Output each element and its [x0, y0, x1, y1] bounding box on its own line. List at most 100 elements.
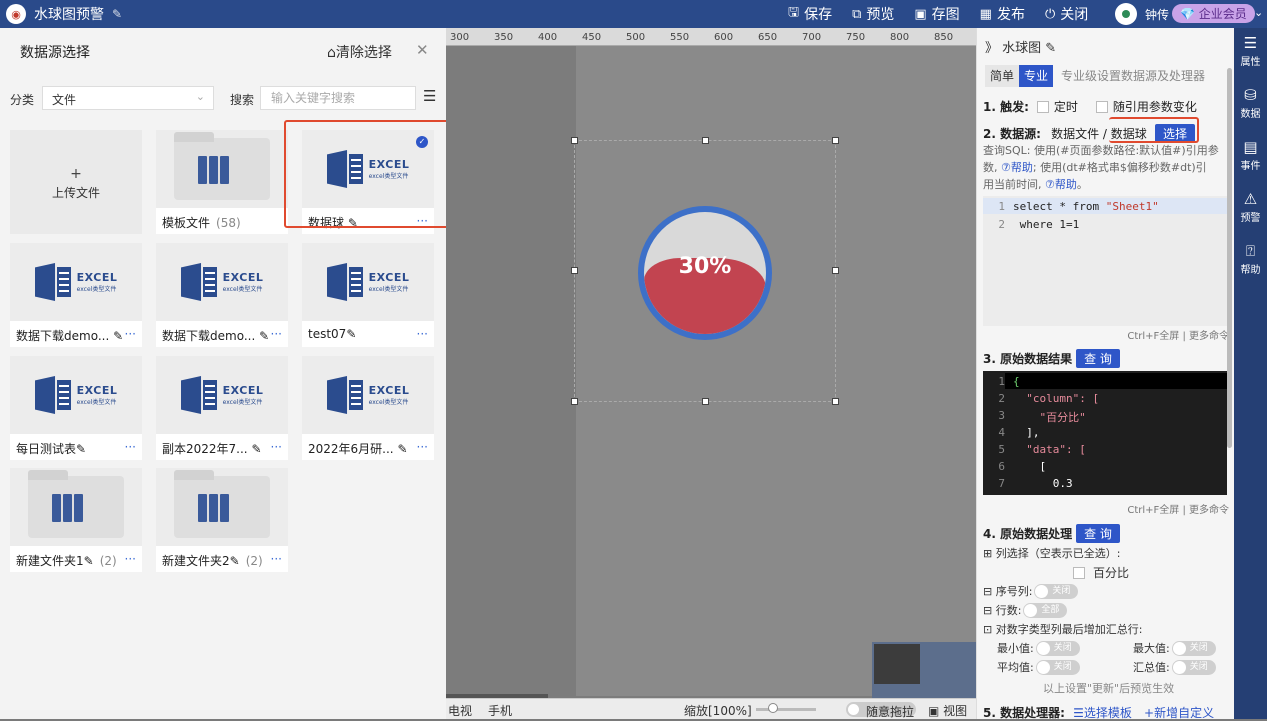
edit-icon[interactable]: ✎ [346, 327, 356, 341]
ruler-tick: 600 [714, 32, 734, 43]
excel-card[interactable]: EXCEL excel类型文件 数据下载demo... ✎ ··· [156, 243, 288, 347]
image-icon: ▣ [914, 6, 927, 22]
column-option[interactable]: 百分比 [1073, 564, 1129, 581]
total-toggle[interactable]: 关闭 [1171, 659, 1216, 675]
ruler-tick: 350 [494, 32, 514, 43]
sidebar-item-properties[interactable]: ☰ 属性 [1234, 34, 1267, 68]
edit-icon[interactable]: ✎ [84, 554, 94, 568]
excel-card[interactable]: EXCEL excel类型文件 副本2022年7... ✎ ··· [156, 356, 288, 460]
min-toggle[interactable]: 关闭 [1035, 640, 1080, 656]
query-button[interactable]: 查 询 [1076, 524, 1120, 543]
result-viewer[interactable]: 1{ 2 "column": [ 3 "百分比" 4 ], 5 "data": … [983, 371, 1227, 495]
sidebar-item-data[interactable]: ⛁ 数据 [1234, 86, 1267, 120]
resize-handle[interactable] [702, 137, 709, 144]
edit-icon[interactable]: ✎ [394, 442, 407, 456]
resize-handle[interactable] [832, 137, 839, 144]
liquid-ball-chart[interactable]: 30% [638, 206, 772, 340]
clear-selection-button[interactable]: ⌂清除选择 [327, 42, 392, 62]
tab-pro[interactable]: 专业 [1019, 65, 1054, 87]
edit-icon[interactable]: ✎ [76, 442, 86, 456]
chevron-down-icon[interactable]: ⌄ [1254, 6, 1263, 19]
zoom-slider[interactable] [756, 708, 816, 711]
resize-handle[interactable] [832, 398, 839, 405]
highlight-box [284, 120, 460, 228]
folder-card[interactable]: 模板文件 (58) [156, 130, 288, 234]
resize-handle[interactable] [702, 398, 709, 405]
param-change-checkbox[interactable] [1095, 101, 1108, 113]
canvas-status-bar: 电视 手机 缩放[100%] 随意拖拉 ▣ 视图 [446, 698, 976, 719]
resize-handle[interactable] [571, 267, 578, 274]
sidebar-item-help[interactable]: ⍰ 帮助 [1234, 242, 1267, 276]
avg-toggle[interactable]: 关闭 [1035, 659, 1080, 675]
edit-icon[interactable]: ✎ [230, 554, 240, 568]
publish-button[interactable]: ▦ 发布 [980, 4, 1025, 24]
ruler-tick: 750 [846, 32, 866, 43]
select-template-link[interactable]: ☰选择模板 [1073, 706, 1132, 720]
search-input[interactable] [260, 86, 416, 110]
user-name[interactable]: 钟传 [1145, 6, 1169, 23]
resize-handle[interactable] [832, 267, 839, 274]
column-checkbox[interactable] [1073, 566, 1085, 579]
close-icon[interactable]: ✕ [416, 41, 429, 59]
view-pc-button[interactable]: 电视 [448, 702, 472, 719]
more-icon[interactable]: ··· [271, 327, 282, 341]
vertical-scrollbar[interactable] [1227, 68, 1232, 448]
view-mobile-button[interactable]: 手机 [488, 702, 512, 719]
sort-icon[interactable]: ☰ [423, 87, 436, 105]
sidebar-item-event[interactable]: ▤ 事件 [1234, 138, 1267, 172]
plus-icon: + [70, 166, 82, 182]
category-select[interactable]: 文件 ⌄ [42, 86, 214, 110]
sql-editor[interactable]: 1 select * from "Sheet1" 2 where 1=1 [983, 196, 1227, 326]
resize-handle[interactable] [571, 398, 578, 405]
more-icon[interactable]: ··· [125, 327, 136, 341]
max-toggle[interactable]: 关闭 [1171, 640, 1216, 656]
more-icon[interactable]: ··· [271, 440, 282, 454]
publish-icon: ▦ [979, 6, 992, 22]
free-drag-toggle[interactable]: 随意拖拉 [846, 702, 916, 719]
editor-shortcuts[interactable]: Ctrl+F全屏 | 更多命令 [985, 327, 1229, 342]
close-button[interactable]: ⏻ 关闭 [1045, 4, 1088, 24]
avatar[interactable] [1115, 3, 1137, 25]
ruler-tick: 400 [538, 32, 558, 43]
resize-handle[interactable] [571, 137, 578, 144]
sidebar-item-alert[interactable]: ⚠ 预警 [1234, 190, 1267, 224]
tab-simple[interactable]: 简单 [985, 65, 1020, 87]
edit-icon[interactable]: ✎ [109, 329, 123, 343]
row-count-toggle[interactable]: 全部 [1023, 602, 1068, 618]
more-icon[interactable]: ··· [417, 440, 428, 454]
ruler-tick: 800 [890, 32, 910, 43]
save-button[interactable]: 🖫 保存 [788, 3, 832, 25]
query-button[interactable]: 查 询 [1076, 349, 1120, 368]
excel-card[interactable]: EXCEL excel类型文件 数据下载demo... ✎ ··· [10, 243, 142, 347]
add-custom-link[interactable]: +新增自定义 [1144, 706, 1214, 720]
excel-card[interactable]: EXCEL excel类型文件 每日测试表✎ ··· [10, 356, 142, 460]
upload-file-card[interactable]: + 上传文件 [10, 130, 142, 234]
preview-button[interactable]: ⧉ 预览 [852, 4, 894, 24]
excel-file-icon: EXCEL excel类型文件 [34, 263, 118, 301]
more-icon[interactable]: ··· [125, 552, 136, 566]
folder-card[interactable]: 新建文件夹1✎ (2) ··· [10, 468, 142, 572]
excel-file-icon: EXCEL excel类型文件 [34, 376, 118, 414]
folder-card[interactable]: 新建文件夹2✎ (2) ··· [156, 468, 288, 572]
zoom-slider-handle[interactable] [768, 703, 778, 713]
timer-checkbox[interactable] [1036, 101, 1049, 113]
vip-badge[interactable]: 💎 企业会员 [1172, 4, 1255, 23]
excel-card[interactable]: EXCEL excel类型文件 test07✎ ··· [302, 243, 434, 347]
viewer-shortcuts[interactable]: Ctrl+F全屏 | 更多命令 [985, 501, 1229, 516]
help-link[interactable]: ⑦帮助 [1001, 161, 1033, 174]
excel-file-icon: EXCEL excel类型文件 [180, 263, 264, 301]
help-link[interactable]: ⑦帮助 [1045, 178, 1077, 191]
more-icon[interactable]: ··· [417, 327, 428, 341]
edit-title-icon[interactable]: ✎ [112, 7, 122, 21]
minimap[interactable] [872, 642, 976, 698]
edit-icon[interactable]: ✎ [255, 329, 269, 343]
more-icon[interactable]: ··· [125, 440, 136, 454]
save-image-button[interactable]: ▣ 存图 [914, 4, 959, 24]
more-icon[interactable]: ··· [271, 552, 282, 566]
seq-toggle[interactable]: 关闭 [1034, 583, 1079, 599]
design-canvas[interactable]: 300 350 400 450 500 550 600 650 700 750 800 850 30%… [446, 28, 976, 719]
view-button[interactable]: ▣ 视图 [928, 702, 967, 719]
folder-icon [174, 132, 270, 200]
excel-card[interactable]: EXCEL excel类型文件 2022年6月研... ✎ ··· [302, 356, 434, 460]
edit-icon[interactable]: ✎ [248, 442, 261, 456]
